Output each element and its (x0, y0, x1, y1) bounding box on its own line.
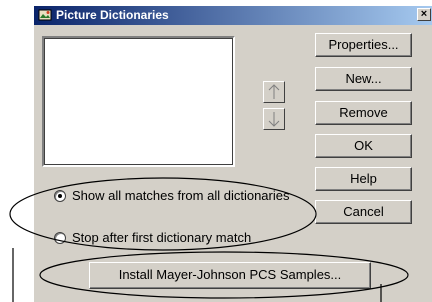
properties-button-label: Properties... (328, 37, 399, 52)
cancel-button[interactable]: Cancel (315, 200, 412, 224)
ok-button[interactable]: OK (315, 134, 412, 158)
title-bar[interactable]: Picture Dictionaries × (34, 6, 432, 25)
move-up-button[interactable] (263, 81, 285, 103)
stop-after-first-option[interactable]: Stop after first dictionary match (54, 230, 251, 245)
arrow-down-icon (268, 112, 280, 127)
show-all-matches-label: Show all matches from all dictionaries (72, 188, 290, 203)
show-all-matches-radio[interactable] (54, 190, 66, 202)
help-button[interactable]: Help (315, 167, 412, 191)
new-button[interactable]: New... (315, 67, 412, 91)
new-button-label: New... (345, 71, 382, 86)
install-samples-label: Install Mayer-Johnson PCS Samples... (118, 267, 342, 282)
ok-button-label: OK (354, 138, 373, 153)
install-samples-button[interactable]: Install Mayer-Johnson PCS Samples... (89, 262, 371, 289)
remove-button-label: Remove (339, 105, 388, 120)
picture-dictionaries-dialog: Picture Dictionaries × Properties... New… (33, 5, 432, 302)
help-button-label: Help (350, 171, 377, 186)
stop-after-first-radio[interactable] (54, 232, 66, 244)
arrow-up-icon (268, 84, 280, 99)
cancel-button-label: Cancel (343, 204, 384, 219)
close-button[interactable]: × (417, 8, 431, 21)
show-all-matches-option[interactable]: Show all matches from all dictionaries (54, 188, 289, 203)
move-down-button[interactable] (263, 108, 285, 130)
dictionary-list[interactable] (42, 36, 235, 167)
stop-after-first-label: Stop after first dictionary match (72, 230, 252, 245)
properties-button[interactable]: Properties... (315, 33, 412, 57)
picture-dictionaries-icon (38, 8, 52, 22)
remove-button[interactable]: Remove (315, 101, 412, 125)
window-title: Picture Dictionaries (56, 8, 169, 22)
